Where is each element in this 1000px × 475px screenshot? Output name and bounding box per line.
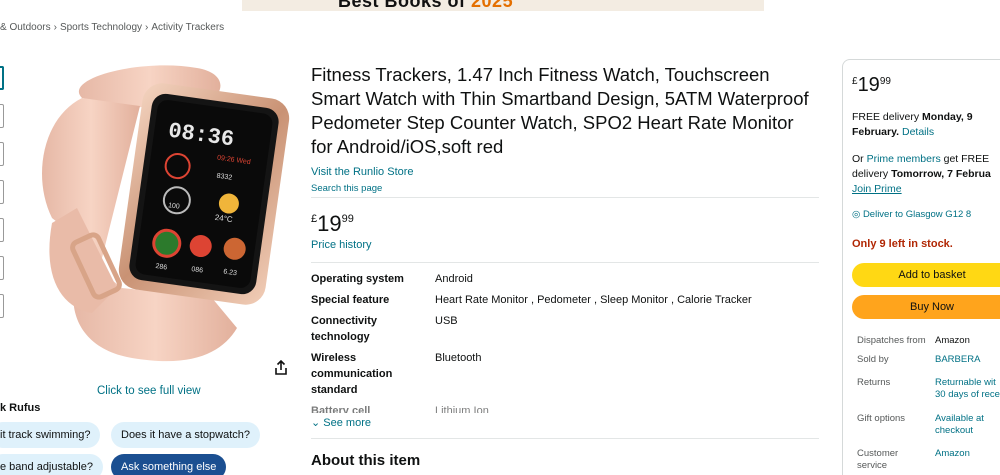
info-key: Dispatches from [857, 335, 926, 346]
thumbnail[interactable] [0, 180, 4, 204]
promo-banner-text: Best Books of 2025 [338, 0, 514, 11]
thumbnail[interactable] [0, 218, 4, 242]
breadcrumb-separator: › [53, 22, 57, 33]
breadcrumb-item[interactable]: & Outdoors [0, 22, 51, 33]
rufus-question-chip[interactable]: e band adjustable? [0, 454, 103, 475]
thumbnail[interactable] [0, 256, 4, 280]
spec-row: Connectivity technology USB [311, 313, 811, 345]
prime-members-link[interactable]: Prime members [867, 153, 941, 165]
rufus-question-chip[interactable]: Does it have a stopwatch? [111, 422, 261, 448]
spec-row: Special feature Heart Rate Monitor , Ped… [311, 292, 811, 308]
spec-table: Operating system Android Special feature… [311, 271, 811, 413]
spec-value: Bluetooth [435, 352, 482, 364]
spec-key: Connectivity technology [311, 315, 378, 343]
thumbnail[interactable] [0, 142, 4, 166]
breadcrumb-separator: › [145, 22, 149, 33]
spec-key: Wireless communication standard [311, 352, 393, 396]
deliver-to-link[interactable]: ◎ Deliver to Glasgow G12 8 [852, 209, 971, 220]
spec-value: Heart Rate Monitor , Pedometer , Sleep M… [435, 294, 752, 306]
stock-status: Only 9 left in stock. [852, 238, 953, 250]
chevron-down-icon: ⌄ [311, 417, 321, 429]
spec-row: Battery cell Lithium Ion [311, 403, 811, 413]
ask-something-else-button[interactable]: Ask something else [111, 454, 227, 475]
spec-key: Operating system [311, 273, 404, 285]
thumbnail-strip [0, 66, 4, 332]
thumbnail[interactable] [0, 104, 4, 128]
thumbnail[interactable] [0, 294, 4, 318]
spec-value: Android [435, 273, 473, 285]
rufus-question-chip[interactable]: it track swimming? [0, 422, 101, 448]
info-key: Sold by [857, 354, 889, 365]
gift-options-link[interactable]: Available at checkout [935, 413, 1000, 437]
divider [311, 438, 819, 439]
seller-link[interactable]: BARBERA [935, 354, 1000, 366]
promo-banner[interactable]: Best Books of 2025 [242, 0, 764, 11]
spec-row: Wireless communication standard Bluetoot… [311, 350, 811, 398]
product-price: £1999 [311, 211, 354, 236]
prime-delivery-info: Or Prime members get FREE delivery Tomor… [852, 153, 991, 195]
join-prime-link[interactable]: Join Prime [852, 183, 902, 195]
add-to-basket-button[interactable]: Add to basket [852, 263, 1000, 287]
price-history-link[interactable]: Price history [311, 239, 372, 251]
full-view-link[interactable]: Click to see full view [97, 385, 201, 397]
spec-row: Operating system Android [311, 271, 811, 287]
spec-value: USB [435, 315, 458, 327]
share-icon[interactable] [273, 360, 289, 376]
store-link[interactable]: Visit the Runlio Store [311, 166, 414, 178]
info-key: Gift options [857, 413, 906, 424]
returns-link[interactable]: Returnable wit 30 days of rece [935, 377, 1000, 401]
customer-service-link[interactable]: Amazon [935, 448, 1000, 460]
breadcrumb-item[interactable]: Sports Technology [60, 22, 142, 33]
spec-key: Special feature [311, 294, 390, 306]
rufus-title: k Rufus [0, 402, 41, 414]
see-more-link[interactable]: ⌄ See more [311, 416, 371, 429]
delivery-info: FREE delivery Monday, 9 February. Detail… [852, 111, 973, 138]
breadcrumb-item[interactable]: Activity Trackers [151, 22, 224, 33]
info-key: Customer service [857, 448, 899, 471]
search-page-link[interactable]: Search this page [311, 183, 382, 194]
info-value: Amazon [935, 335, 970, 346]
buybox-price: £1999 [852, 74, 891, 96]
product-title: Fitness Trackers, 1.47 Inch Fitness Watc… [311, 64, 809, 157]
buy-now-button[interactable]: Buy Now [852, 295, 1000, 319]
breadcrumb: & Outdoors › Sports Technology › Activity Tr… [0, 22, 224, 33]
details-link[interactable]: Details [902, 126, 934, 138]
location-pin-icon: ◎ [852, 209, 861, 220]
spec-key: Battery cell [311, 405, 371, 413]
info-key: Returns [857, 377, 891, 388]
divider [311, 262, 819, 263]
thumbnail[interactable] [0, 66, 4, 90]
divider [311, 197, 819, 198]
product-image[interactable]: 08:36 09:26 Wed 8332 100 24°C 286 086 6.… [22, 58, 292, 378]
about-item-heading: About this item [311, 452, 421, 469]
spec-value: Lithium Ion [435, 405, 489, 413]
